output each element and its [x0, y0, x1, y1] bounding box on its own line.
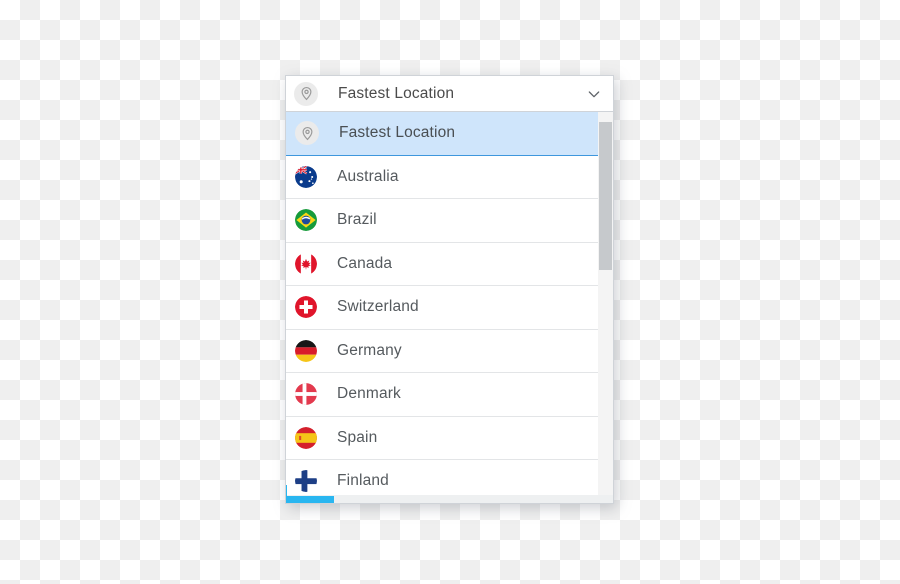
dropdown-options-list: Fastest Location Australia Brazil Canada… [286, 112, 598, 503]
dropdown-selected-value: Fastest Location [338, 84, 455, 102]
dropdown-option-label: Spain [337, 428, 378, 446]
dropdown-option-denmark[interactable]: Denmark [286, 373, 598, 417]
flag-switzerland-icon [295, 296, 317, 319]
flag-denmark-icon [295, 383, 317, 406]
dropdown-options-panel: Fastest Location Australia Brazil Canada… [285, 112, 614, 504]
flag-canada-icon [295, 252, 317, 275]
dropdown-option-canada[interactable]: Canada [286, 242, 598, 286]
location-pin-icon [295, 121, 319, 146]
horizontal-scrollbar-edge [286, 485, 287, 503]
location-pin-icon [294, 81, 318, 106]
dropdown-option-switzerland[interactable]: Switzerland [286, 286, 598, 330]
vertical-scrollbar[interactable] [598, 112, 613, 503]
flag-australia-icon [295, 165, 317, 188]
dropdown-option-label: Finland [337, 472, 389, 490]
dropdown-option-label: Switzerland [337, 298, 419, 316]
flag-spain-icon [295, 426, 317, 449]
dropdown-option-label: Germany [337, 341, 402, 359]
dropdown-option-label: Fastest Location [339, 124, 456, 142]
flag-finland-icon [295, 470, 317, 493]
vertical-scrollbar-thumb[interactable] [599, 122, 612, 270]
horizontal-scrollbar[interactable] [286, 495, 613, 503]
chevron-down-icon[interactable] [585, 85, 603, 103]
dropdown-header[interactable]: Fastest Location [285, 75, 614, 112]
dropdown-option-germany[interactable]: Germany [286, 329, 598, 373]
dropdown-option-brazil[interactable]: Brazil [286, 199, 598, 243]
dropdown-option-fastest-location[interactable]: Fastest Location [286, 112, 598, 156]
dropdown-option-label: Brazil [337, 211, 377, 229]
dropdown-option-spain[interactable]: Spain [286, 416, 598, 460]
location-select-dropdown[interactable]: Fastest Location Fastest Location Austra… [285, 75, 614, 504]
dropdown-option-australia[interactable]: Australia [286, 155, 598, 199]
dropdown-option-label: Canada [337, 254, 393, 272]
dropdown-option-label: Australia [337, 167, 399, 185]
flag-germany-icon [295, 339, 317, 362]
flag-brazil-icon [295, 209, 317, 232]
horizontal-scrollbar-thumb[interactable] [286, 496, 334, 503]
dropdown-option-label: Denmark [337, 385, 401, 403]
